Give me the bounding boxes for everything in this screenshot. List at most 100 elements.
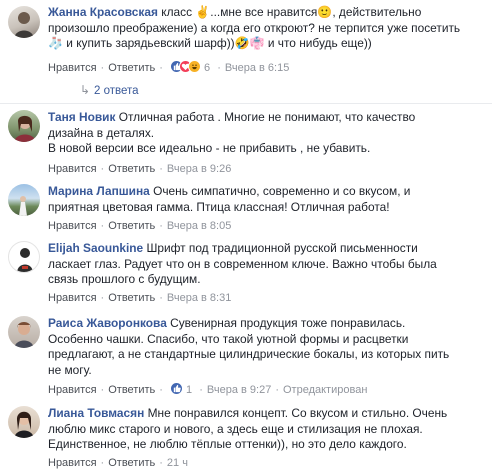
- comment-actions: Нравится · Ответить · Вчера в 8:05: [48, 220, 231, 232]
- reply-arrow-icon: ↳: [80, 83, 91, 97]
- comment-actions: Нравится · Ответить · 6 · Вчера в 6:15: [48, 60, 289, 74]
- comment-6: Лиана Товмасян Мне понравился концепт. С…: [0, 400, 492, 471]
- separator-dot: ·: [159, 384, 163, 396]
- comment-line: Жанна Красовская класс ✌️...мне все нрав…: [48, 5, 488, 21]
- comment-line: Лиана Товмасян Мне понравился концепт. С…: [48, 406, 488, 422]
- victory-hand-emoji: ✌️: [195, 5, 211, 19]
- comment-text: и купить зарядьевский шарф)): [62, 36, 235, 50]
- avatar[interactable]: [8, 241, 40, 273]
- reactions[interactable]: 1: [169, 382, 195, 396]
- timestamp[interactable]: Вчера в 9:26: [167, 163, 231, 175]
- replies-count: 2 ответа: [94, 85, 139, 97]
- like-link[interactable]: Нравится: [48, 62, 97, 74]
- separator-dot: ·: [159, 62, 163, 74]
- comment-line: не могу.: [48, 362, 92, 377]
- comment-line: приятная цветовая гамма. Птица классная!…: [48, 199, 390, 214]
- comment-line: Особенно чашки. Спасибо, что такой уютно…: [48, 331, 409, 346]
- separator-dot: ·: [275, 384, 279, 396]
- comment-line: люблю микс старого и нового, а здесь еще…: [48, 421, 423, 436]
- comment-text: Шрифт под традиционной русской письменно…: [146, 241, 418, 255]
- timestamp[interactable]: Вчера в 6:15: [225, 62, 289, 74]
- comment-line: произошло преображение) а когда его откр…: [48, 20, 461, 35]
- comment-text: класс: [161, 5, 196, 19]
- reactions[interactable]: 6: [169, 60, 213, 74]
- comment-text: Сувенирная продукция тоже понравилась.: [170, 316, 406, 330]
- reply-link[interactable]: Ответить: [108, 384, 155, 396]
- comment-actions: Нравится · Ответить · Вчера в 9:26: [48, 163, 231, 175]
- timestamp[interactable]: Вчера в 9:27: [207, 384, 271, 396]
- comment-author[interactable]: Таня Новик: [48, 110, 115, 124]
- comment-2: Таня Новик Отличная работа . Многие не п…: [0, 104, 492, 176]
- avatar[interactable]: [8, 406, 40, 438]
- smile-emoji: 🙂: [317, 5, 333, 19]
- separator-dot: ·: [100, 220, 105, 232]
- comment-text: , действительно: [332, 5, 422, 19]
- comment-line: 🧦 и купить зарядьевский шарф))🤣👘 и что н…: [48, 36, 488, 52]
- timestamp[interactable]: Вчера в 8:05: [167, 220, 231, 232]
- comment-line: Elijah Saounkine Шрифт под традиционной …: [48, 241, 488, 257]
- comment-line: ласкает глаз. Радует что он в современно…: [48, 256, 437, 271]
- timestamp[interactable]: Вчера в 8:31: [167, 292, 231, 304]
- comment-line: Раиса Жаворонкова Сувенирная продукция т…: [48, 316, 488, 332]
- comment-text: Отличная работа . Многие не понимают, чт…: [118, 110, 416, 124]
- haha-reaction-icon: [187, 60, 201, 73]
- sock-emoji: 🧦: [48, 36, 63, 50]
- reply-link[interactable]: Ответить: [108, 163, 155, 175]
- comment-line: Марина Лапшина Очень симпатично, совреме…: [48, 184, 488, 200]
- comment-actions: Нравится · Ответить · Вчера в 8:31: [48, 292, 231, 304]
- reaction-count: 6: [204, 62, 211, 74]
- comment-line: В новой версии все идеально - не прибави…: [48, 141, 371, 155]
- comment-3: Марина Лапшина Очень симпатично, совреме…: [0, 178, 492, 234]
- separator-dot: ·: [100, 62, 105, 74]
- like-reaction-icon: [169, 382, 183, 395]
- separator-dot: ·: [100, 292, 105, 304]
- like-link[interactable]: Нравится: [48, 457, 97, 469]
- view-replies-link[interactable]: ↳ 2 ответа: [80, 83, 139, 97]
- comment-author[interactable]: Раиса Жаворонкова: [48, 316, 167, 330]
- separator-dot: ·: [100, 163, 105, 175]
- separator-dot: ·: [100, 384, 105, 396]
- comment-line: связь прошлого с будущим.: [48, 272, 201, 286]
- avatar[interactable]: [8, 184, 40, 216]
- like-link[interactable]: Нравится: [48, 292, 97, 304]
- avatar[interactable]: [8, 316, 40, 348]
- comment-4: Elijah Saounkine Шрифт под традиционной …: [0, 235, 492, 307]
- comment-5: Раиса Жаворонкова Сувенирная продукция т…: [0, 310, 492, 398]
- comment-line: предлагают, а не стандартные цилиндричес…: [48, 347, 450, 361]
- comment-author[interactable]: Марина Лапшина: [48, 184, 150, 198]
- comment-text: Очень симпатично, современно и со вкусом…: [153, 184, 411, 198]
- comment-author[interactable]: Elijah Saounkine: [48, 241, 143, 255]
- comment-line: Таня Новик Отличная работа . Многие не п…: [48, 110, 488, 126]
- reply-link[interactable]: Ответить: [108, 62, 155, 74]
- separator-dot: ·: [159, 220, 163, 232]
- comment-author[interactable]: Лиана Товмасян: [48, 406, 144, 420]
- like-link[interactable]: Нравится: [48, 220, 97, 232]
- separator-dot: ·: [159, 457, 163, 469]
- comment-line: дизайна в деталях.: [48, 125, 155, 140]
- like-link[interactable]: Нравится: [48, 163, 97, 175]
- avatar[interactable]: [8, 110, 40, 142]
- avatar[interactable]: [8, 6, 40, 38]
- comment-author[interactable]: Жанна Красовская: [48, 5, 158, 19]
- timestamp[interactable]: 21 ч: [167, 457, 188, 469]
- comment-text: ...мне все нравится: [210, 5, 318, 19]
- reaction-count: 1: [186, 384, 193, 396]
- edited-label[interactable]: Отредактирован: [283, 384, 367, 396]
- separator-dot: ·: [199, 384, 203, 396]
- like-link[interactable]: Нравится: [48, 384, 97, 396]
- separator-dot: ·: [159, 292, 163, 304]
- comment-actions: Нравится · Ответить · 21 ч: [48, 457, 188, 469]
- comment-1: Жанна Красовская класс ✌️...мне все нрав…: [0, 0, 492, 103]
- comments-panel: Жанна Красовская класс ✌️...мне все нрав…: [0, 0, 492, 471]
- comment-text: и что нибудь еще)): [264, 36, 372, 50]
- comment-actions: Нравится · Ответить · 1 · Вчера в 9:27 · Отред…: [48, 382, 367, 396]
- reply-link[interactable]: Ответить: [108, 457, 155, 469]
- rofl-emoji: 🤣: [234, 36, 250, 50]
- comment-text: Мне понравился концепт. Со вкусом и стил…: [147, 406, 448, 420]
- reply-link[interactable]: Ответить: [108, 292, 155, 304]
- separator-dot: ·: [159, 163, 163, 175]
- separator-dot: ·: [100, 457, 105, 469]
- separator-dot: ·: [217, 62, 221, 74]
- reply-link[interactable]: Ответить: [108, 220, 155, 232]
- comment-line: Единственное, не люблю тёплые оттенки)),…: [48, 437, 407, 451]
